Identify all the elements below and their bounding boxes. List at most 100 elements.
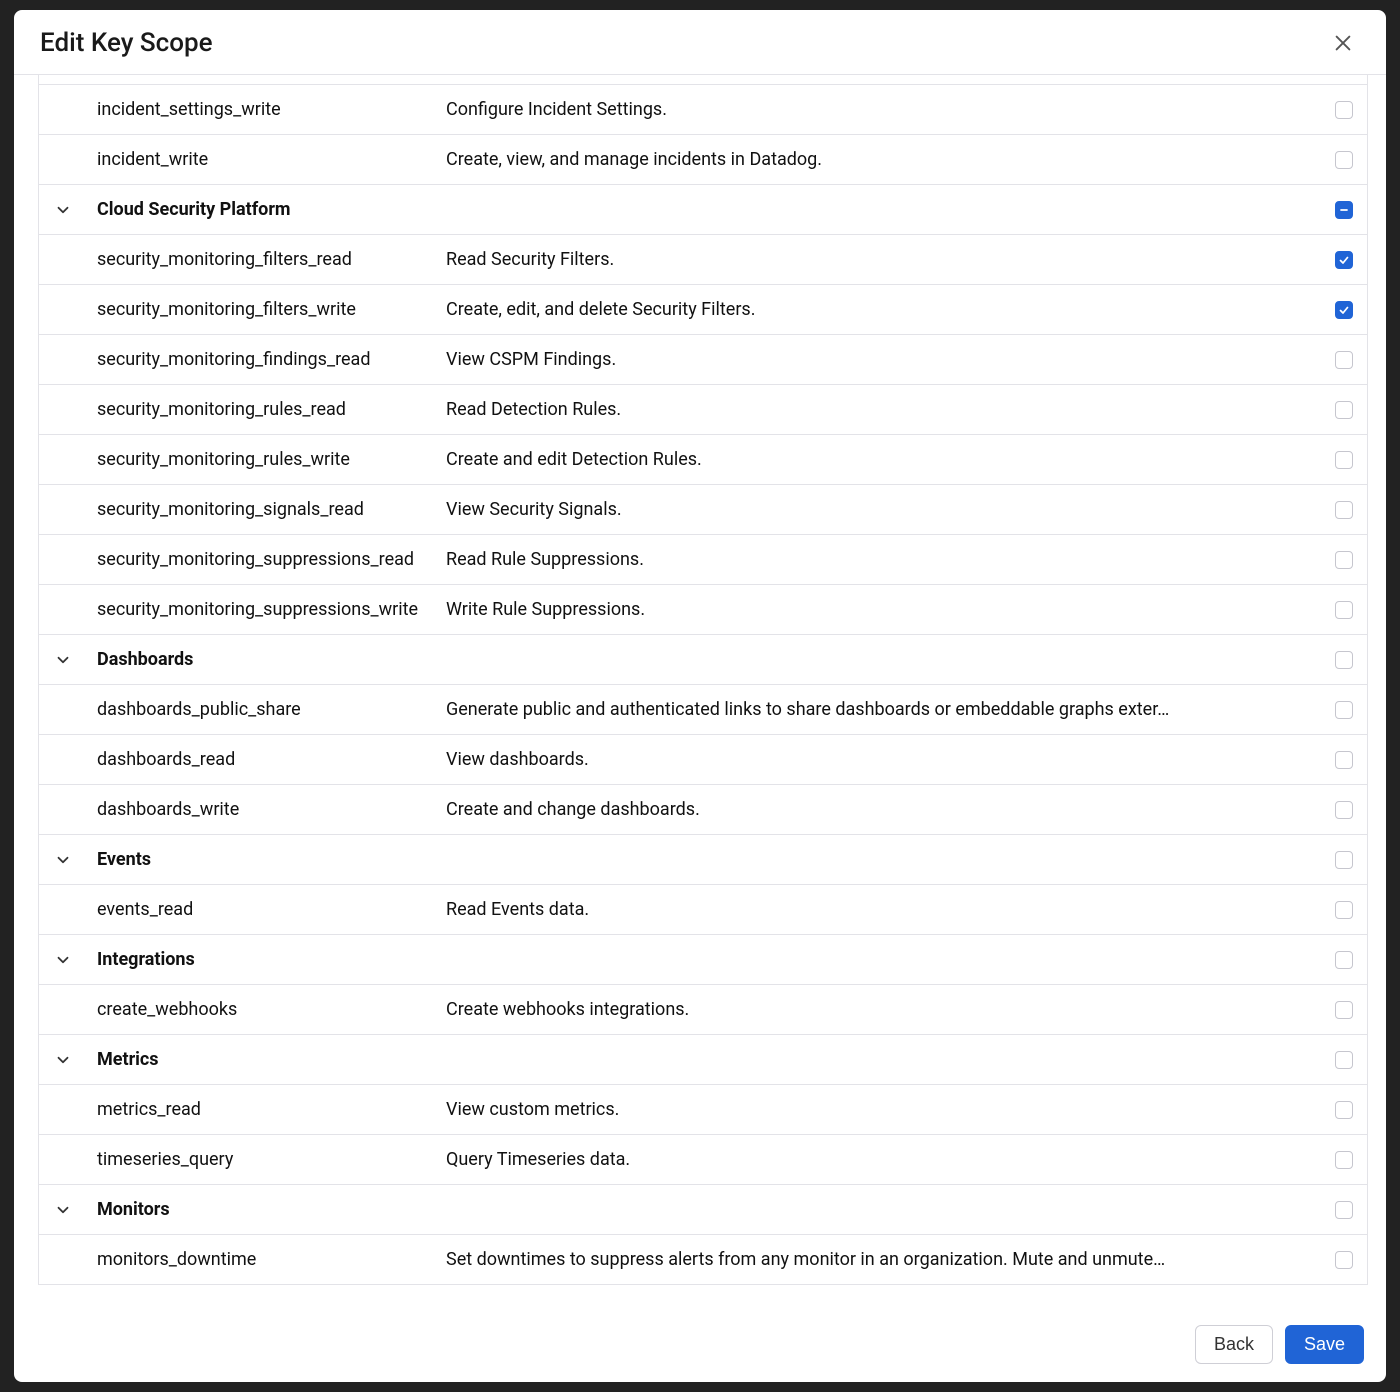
checkbox[interactable] [1335,201,1353,219]
scope-name: incident_read [97,75,436,83]
checkbox[interactable] [1335,851,1353,869]
scope-group-header[interactable]: Events [39,835,1367,885]
scope-row[interactable]: security_monitoring_rules_writeCreate an… [39,435,1367,485]
dialog-header: Edit Key Scope [14,10,1386,75]
scope-name: security_monitoring_signals_read [97,487,436,532]
checkbox[interactable] [1335,401,1353,419]
checkbox[interactable] [1335,1251,1353,1269]
chevron-down-icon [39,651,87,669]
scope-row[interactable]: security_monitoring_signals_readView Sec… [39,485,1367,535]
checkbox[interactable] [1335,1051,1353,1069]
chevron-down-icon [39,851,87,869]
edit-key-scope-dialog: Edit Key Scope incident_read View inciden… [14,10,1386,1382]
checkbox[interactable] [1335,1001,1353,1019]
scope-table: incident_readView incidents in Datadog.i… [38,75,1368,1285]
scope-description: Read Rule Suppressions. [446,537,1325,582]
scope-name: security_monitoring_filters_write [97,287,436,332]
dialog-body[interactable]: incident_readView incidents in Datadog.i… [14,75,1386,1311]
scope-group-header[interactable]: Monitors [39,1185,1367,1235]
checkbox[interactable] [1335,251,1353,269]
scope-row[interactable]: security_monitoring_suppressions_writeWr… [39,585,1367,635]
chevron-down-icon [39,1051,87,1069]
scope-group-name: Dashboards [97,637,436,682]
scope-description: Read Detection Rules. [446,387,1325,432]
back-button[interactable]: Back [1195,1325,1273,1364]
checkbox[interactable] [1335,451,1353,469]
dialog-footer: Back Save [14,1311,1386,1382]
checkbox[interactable] [1335,801,1353,819]
scope-row[interactable]: timeseries_queryQuery Timeseries data. [39,1135,1367,1185]
scope-description: Query Timeseries data. [446,1137,1325,1182]
scope-name: timeseries_query [97,1137,436,1182]
scope-name: create_webhooks [97,987,436,1032]
scope-name: incident_settings_write [97,87,436,132]
scope-row[interactable]: dashboards_public_shareGenerate public a… [39,685,1367,735]
scope-name: security_monitoring_findings_read [97,337,436,382]
checkbox[interactable] [1335,1201,1353,1219]
scope-group-header[interactable]: Cloud Security Platform [39,185,1367,235]
chevron-down-icon [39,951,87,969]
scope-name: dashboards_write [97,787,436,832]
chevron-down-icon [39,201,87,219]
checkbox[interactable] [1335,951,1353,969]
scope-name: security_monitoring_rules_read [97,387,436,432]
scope-description: View dashboards. [446,737,1325,782]
scope-description: Create and edit Detection Rules. [446,437,1325,482]
checkbox[interactable] [1335,1101,1353,1119]
scope-description: View incidents in Datadog. [446,75,1325,83]
scope-group-header[interactable]: Integrations [39,935,1367,985]
checkbox[interactable] [1335,901,1353,919]
scope-group-name: Metrics [97,1037,436,1082]
scope-group-header[interactable]: Metrics [39,1035,1367,1085]
close-button[interactable] [1326,26,1360,60]
scope-description: Configure Incident Settings. [446,87,1325,132]
scope-description: View Security Signals. [446,487,1325,532]
scope-description: Read Events data. [446,887,1325,932]
scope-description: View CSPM Findings. [446,337,1325,382]
scope-row[interactable]: incident_writeCreate, view, and manage i… [39,135,1367,185]
scope-row[interactable]: events_readRead Events data. [39,885,1367,935]
checkbox[interactable] [1335,301,1353,319]
scope-group-name: Integrations [97,937,436,982]
checkbox[interactable] [1335,151,1353,169]
scope-group-header[interactable]: Dashboards [39,635,1367,685]
scope-row[interactable]: security_monitoring_filters_readRead Sec… [39,235,1367,285]
scope-row[interactable]: create_webhooksCreate webhooks integrati… [39,985,1367,1035]
scope-row[interactable]: security_monitoring_suppressions_readRea… [39,535,1367,585]
chevron-down-icon [39,1201,87,1219]
close-icon [1332,32,1354,54]
scope-description: Read Security Filters. [446,237,1325,282]
scope-description: Write Rule Suppressions. [446,587,1325,632]
scope-name: metrics_read [97,1087,436,1132]
scope-name: events_read [97,887,436,932]
scope-row[interactable]: dashboards_readView dashboards. [39,735,1367,785]
scope-description: Create webhooks integrations. [446,987,1325,1032]
save-button[interactable]: Save [1285,1325,1364,1364]
scope-row[interactable]: security_monitoring_rules_readRead Detec… [39,385,1367,435]
checkbox[interactable] [1335,701,1353,719]
checkbox[interactable] [1335,351,1353,369]
checkbox[interactable] [1335,101,1353,119]
dialog-title: Edit Key Scope [40,28,213,58]
scope-description: Create, view, and manage incidents in Da… [446,137,1325,182]
scope-name: security_monitoring_rules_write [97,437,436,482]
scope-name: security_monitoring_filters_read [97,237,436,282]
checkbox[interactable] [1335,501,1353,519]
checkbox[interactable] [1335,551,1353,569]
scope-row[interactable]: security_monitoring_filters_writeCreate,… [39,285,1367,335]
scope-row[interactable]: security_monitoring_findings_readView CS… [39,335,1367,385]
scope-row[interactable]: incident_read View incidents in Datadog. [39,75,1367,85]
scope-row[interactable]: monitors_downtimeSet downtimes to suppre… [39,1235,1367,1285]
scope-name: security_monitoring_suppressions_write [97,587,436,632]
checkbox[interactable] [1335,1151,1353,1169]
checkbox[interactable] [1335,751,1353,769]
scope-group-name: Monitors [97,1187,436,1232]
scope-description: View custom metrics. [446,1087,1325,1132]
scope-row[interactable]: dashboards_writeCreate and change dashbo… [39,785,1367,835]
scope-name: incident_write [97,137,436,182]
scope-row[interactable]: incident_settings_writeConfigure Inciden… [39,85,1367,135]
scope-group-name: Events [97,837,436,882]
checkbox[interactable] [1335,601,1353,619]
checkbox[interactable] [1335,651,1353,669]
scope-row[interactable]: metrics_readView custom metrics. [39,1085,1367,1135]
